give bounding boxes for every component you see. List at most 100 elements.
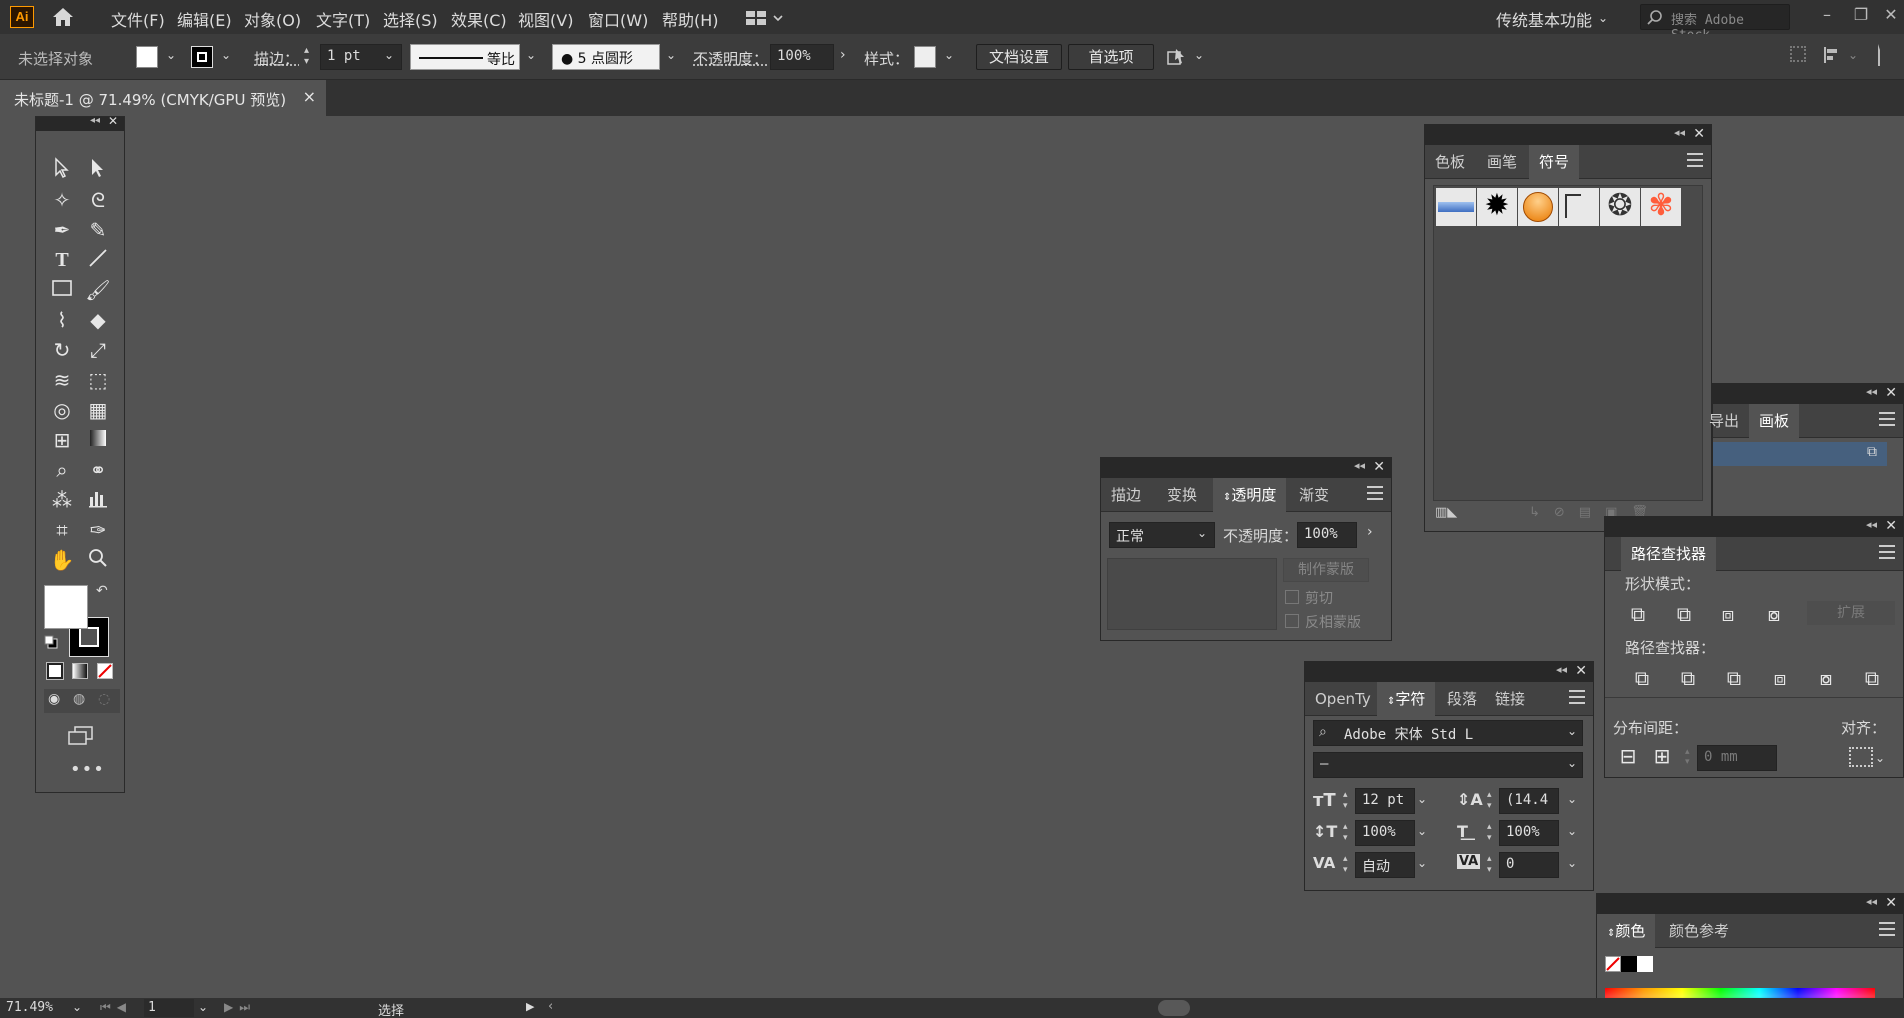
tab-swatches[interactable]: 色板	[1425, 145, 1475, 179]
symbol-libraries-menu-icon[interactable]: ▥◣	[1435, 505, 1457, 520]
brush-chevron-icon[interactable]: ⌄	[666, 48, 676, 62]
intersect-icon[interactable]: ⧈	[1713, 601, 1743, 627]
shape-builder-tool-icon[interactable]: ◎	[48, 397, 76, 423]
shaper-tool-icon[interactable]: ⌇	[48, 307, 76, 333]
font-style-chevron-icon[interactable]: ⌄	[1567, 756, 1577, 770]
clip-checkbox[interactable]	[1285, 590, 1299, 604]
draw-inside-icon[interactable]: ◌	[98, 691, 110, 707]
minimize-icon[interactable]: –	[1816, 5, 1838, 27]
brush-definition[interactable]: ● 5 点圆形	[552, 44, 660, 70]
symbol-sprayer-tool-icon[interactable]: ⁂	[48, 487, 76, 513]
opacity-input[interactable]: 100%	[770, 44, 834, 70]
opacity-input[interactable]: 100%	[1297, 522, 1357, 548]
stroke-label[interactable]: 描边：	[254, 48, 299, 69]
align-to-chevron-icon[interactable]: ⌄	[1875, 751, 1885, 765]
merge-icon[interactable]: ⧉	[1719, 665, 1749, 691]
symbol-ink-splash[interactable]: ✹	[1477, 188, 1517, 226]
tool-options-chevron-icon[interactable]: ⌄	[1194, 48, 1204, 62]
panel-menu-icon[interactable]	[1879, 412, 1895, 426]
artboard-chevron-icon[interactable]: ⌄	[198, 1000, 208, 1014]
scroll-left-icon[interactable]: ‹	[548, 999, 553, 1014]
selection-tool-icon[interactable]	[48, 157, 76, 183]
font-size-chevron-icon[interactable]: ⌄	[1417, 792, 1427, 806]
menu-edit[interactable]: 编辑(E)	[177, 7, 232, 31]
kerning-stepper-icon[interactable]: ▴ ▾	[1343, 854, 1348, 876]
panel-menu-icon[interactable]	[1367, 486, 1383, 500]
transform-icon[interactable]	[1790, 46, 1806, 62]
horizontal-distribute-space-icon[interactable]: ⊞	[1647, 743, 1677, 769]
workspace-switcher[interactable]: 传统基本功能	[1496, 7, 1592, 31]
panel-menu-icon[interactable]	[1569, 690, 1585, 704]
font-style-select[interactable]: –	[1313, 752, 1583, 778]
blend-tool-icon[interactable]: ⚭	[84, 457, 112, 483]
spacing-input[interactable]: 0 mm	[1697, 745, 1777, 771]
pen-tool-icon[interactable]: ✒	[48, 217, 76, 243]
collapse-icon[interactable]: ◂◂	[1866, 895, 1877, 908]
tools-panel-header[interactable]: ◂◂ ✕	[36, 114, 124, 131]
stroke-swatch[interactable]	[191, 46, 213, 68]
type-tool-icon[interactable]: T	[48, 247, 76, 273]
menu-file[interactable]: 文件(F)	[111, 7, 165, 31]
color-panel-header[interactable]: ◂◂ ✕	[1597, 894, 1903, 914]
collapse-icon[interactable]: ◂◂	[1866, 518, 1877, 531]
opacity-arrow-icon[interactable]: ›	[1367, 524, 1373, 540]
menu-type[interactable]: 文字(T)	[316, 7, 370, 31]
fill-swatch[interactable]	[136, 46, 158, 68]
collapse-icon[interactable]: ◂◂	[1556, 663, 1567, 676]
kerning-input[interactable]: 自动	[1355, 852, 1415, 878]
rotate-tool-icon[interactable]: ↻	[48, 337, 76, 363]
edit-toolbar-icon[interactable]: •••	[70, 759, 105, 780]
transparency-panel-header[interactable]: ◂◂ ✕	[1101, 458, 1391, 478]
status-menu-arrow-icon[interactable]: ▶	[526, 1000, 534, 1013]
symbol-ring-ornament[interactable]: ❂	[1600, 188, 1640, 226]
column-graph-tool-icon[interactable]	[84, 487, 112, 513]
align-chevron-icon[interactable]: ⌄	[1848, 48, 1858, 62]
tab-transform[interactable]: 变换	[1157, 478, 1207, 512]
eyedropper-tool-icon[interactable]: ⌕	[48, 457, 76, 483]
font-family-select[interactable]: Adobe 宋体 Std L	[1313, 720, 1583, 746]
tab-links[interactable]: 链接	[1485, 682, 1535, 716]
symbols-panel-header[interactable]: ◂◂ ✕	[1425, 125, 1711, 145]
font-size-stepper-icon[interactable]: ▴ ▾	[1343, 790, 1348, 812]
artboard-row-selected[interactable]: ⧉	[1713, 442, 1887, 466]
zoom-tool-icon[interactable]	[84, 547, 112, 573]
font-size-input[interactable]: 12 pt	[1355, 788, 1415, 814]
paintbrush-tool-icon[interactable]: 🖌	[84, 277, 112, 303]
tracking-stepper-icon[interactable]: ▴ ▾	[1487, 854, 1492, 876]
tracking-input[interactable]: 0	[1499, 852, 1559, 878]
font-family-chevron-icon[interactable]: ⌄	[1567, 724, 1577, 738]
panel-menu-icon[interactable]	[1878, 44, 1894, 66]
close-panel-icon[interactable]: ✕	[1885, 518, 1897, 534]
gradient-mode-icon[interactable]	[72, 663, 88, 679]
stroke-chevron-icon[interactable]: ⌄	[221, 48, 231, 62]
leading-stepper-icon[interactable]: ▴ ▾	[1487, 790, 1492, 812]
minus-back-icon[interactable]: ⧉	[1857, 665, 1887, 691]
menu-effect[interactable]: 效果(C)	[451, 7, 507, 31]
collapse-icon[interactable]: ◂◂	[1354, 459, 1365, 472]
tab-brushes[interactable]: 画笔	[1477, 145, 1527, 179]
draw-normal-icon[interactable]: ◉	[48, 691, 60, 707]
close-panel-icon[interactable]: ✕	[1885, 895, 1897, 911]
expand-button[interactable]: 扩展	[1807, 601, 1895, 625]
tab-paragraph[interactable]: 段落	[1437, 682, 1487, 716]
opacity-label[interactable]: 不透明度：	[693, 48, 768, 69]
tab-pathfinder[interactable]: 路径查找器	[1621, 537, 1717, 571]
workspace-chevron-icon[interactable]: ⌄	[1598, 11, 1608, 25]
color-mode-icon[interactable]	[46, 662, 64, 680]
next-last-artboard-icon[interactable]: ▶⏭	[224, 1000, 256, 1015]
opacity-arrow-icon[interactable]: ›	[840, 47, 846, 63]
eraser-tool-icon[interactable]: ◆	[84, 307, 112, 333]
vertical-scale-chevron-icon[interactable]: ⌄	[1417, 824, 1427, 838]
first-prev-artboard-icon[interactable]: ⏮◀	[100, 1000, 132, 1015]
direct-selection-tool-icon[interactable]	[84, 157, 112, 183]
menu-view[interactable]: 视图(V)	[518, 7, 573, 31]
horizontal-scale-chevron-icon[interactable]: ⌄	[1567, 824, 1577, 838]
default-fill-stroke-icon[interactable]	[44, 635, 58, 649]
align-to-selection-icon[interactable]	[1849, 747, 1873, 767]
curvature-tool-icon[interactable]: ✎	[84, 217, 112, 243]
restore-icon[interactable]: ❐	[1850, 5, 1872, 27]
gradient-tool-icon[interactable]	[84, 427, 112, 453]
vertical-distribute-space-icon[interactable]: ⊟	[1613, 743, 1643, 769]
panel-menu-icon[interactable]	[1879, 922, 1895, 936]
outline-icon[interactable]: ⧇	[1811, 665, 1841, 691]
